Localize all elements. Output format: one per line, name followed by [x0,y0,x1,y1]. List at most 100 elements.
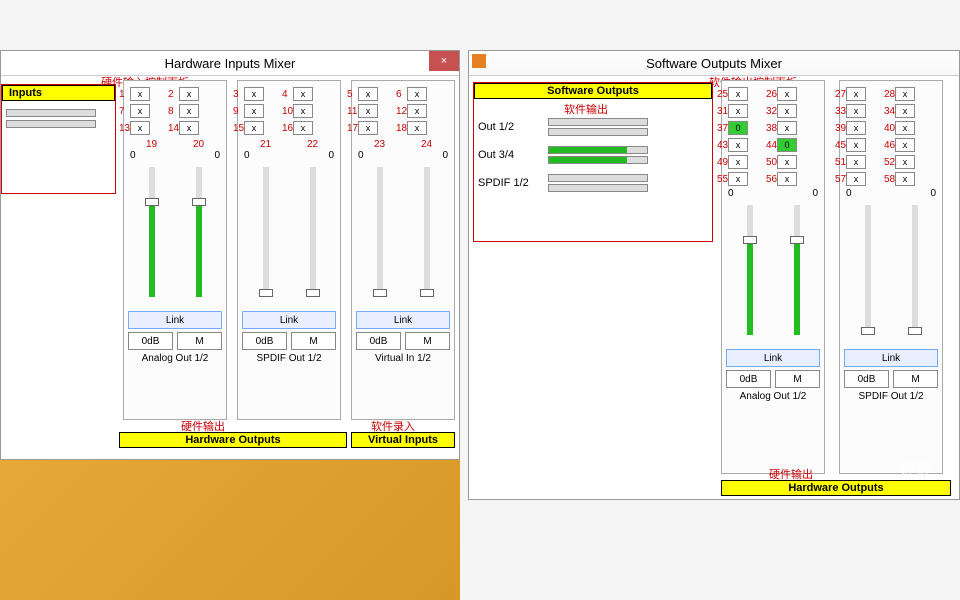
desktop-background [0,460,460,600]
fader-value-r: 0 [214,150,220,161]
output-label: Analog Out 1/2 [726,391,820,402]
inputs-panel-outline: Inputs [1,84,116,194]
link-button[interactable]: Link [844,349,938,367]
sw-out-label: SPDIF 1/2 [478,177,548,189]
routing-cell[interactable]: 17x [358,121,378,135]
routing-cell[interactable]: 5x [358,87,378,101]
routing-cell[interactable]: 40x [895,121,915,135]
fader-value-l: 0 [846,188,852,199]
routing-cell[interactable]: 51x [846,155,866,169]
mute-button[interactable]: M [405,332,450,350]
software-outputs-window: Software Outputs Mixer 软件输出控制面板 Software… [468,50,960,500]
close-icon: × [441,55,447,67]
output-label: SPDIF Out 1/2 [242,353,336,364]
channel-strip: 25x 26x 31x 32x 370 38x 43x 440 49x 50x 55x 5… [721,80,825,474]
channel-strip: 5x 6x11x 12x17x 18x 2324 00 Link 0dB M V… [351,80,455,420]
zero-db-button[interactable]: 0dB [356,332,401,350]
routing-cell[interactable]: 8x [179,104,199,118]
fader-value-r: 0 [812,188,818,199]
routing-cell[interactable]: 45x [846,138,866,152]
routing-cell[interactable]: 370 [728,121,748,135]
routing-cell[interactable]: 15x [244,121,264,135]
routing-cell[interactable]: 440 [777,138,797,152]
titlebar-left[interactable]: Hardware Inputs Mixer × [1,51,459,76]
input-meter-1 [6,109,96,117]
link-button[interactable]: Link [128,311,222,329]
routing-cell[interactable]: 39x [846,121,866,135]
routing-cell[interactable]: 16x [293,121,313,135]
fader-left[interactable] [263,167,269,297]
routing-cell[interactable]: 12x [407,104,427,118]
fader-right[interactable] [912,205,918,335]
routing-cell[interactable]: 56x [777,172,797,186]
anno-sw-out: 软件输出 [564,101,608,117]
fader-left[interactable] [149,167,155,297]
routing-cell[interactable]: 7x [130,104,150,118]
fader-right[interactable] [424,167,430,297]
routing-cell[interactable]: 46x [895,138,915,152]
mute-button[interactable]: M [893,370,938,388]
routing-cell[interactable]: 49x [728,155,748,169]
fader-left[interactable] [865,205,871,335]
routing-cell[interactable]: 26x [777,87,797,101]
sw-out-label: Out 3/4 [478,149,548,161]
mute-button[interactable]: M [291,332,336,350]
link-button[interactable]: Link [242,311,336,329]
routing-cell[interactable]: 1x [130,87,150,101]
routing-cell[interactable]: 55x [728,172,748,186]
fader-left[interactable] [747,205,753,335]
zero-db-button[interactable]: 0dB [128,332,173,350]
app-icon [472,54,486,68]
fader-value-r: 0 [328,150,334,161]
mute-button[interactable]: M [775,370,820,388]
titlebar-right[interactable]: Software Outputs Mixer [469,51,959,76]
routing-cell[interactable]: 10x [293,104,313,118]
routing-cell[interactable]: 32x [777,104,797,118]
routing-cell[interactable]: 50x [777,155,797,169]
routing-cell[interactable]: 43x [728,138,748,152]
routing-cell[interactable]: 28x [895,87,915,101]
zero-db-button[interactable]: 0dB [726,370,771,388]
routing-cell[interactable]: 2x [179,87,199,101]
routing-cell[interactable]: 33x [846,104,866,118]
routing-cell[interactable]: 3x [244,87,264,101]
link-button[interactable]: Link [356,311,450,329]
zero-db-button[interactable]: 0dB [844,370,889,388]
routing-cell[interactable]: 38x [777,121,797,135]
window-title: Hardware Inputs Mixer [165,56,296,71]
routing-cell[interactable]: 34x [895,104,915,118]
level-meter [548,174,648,182]
watermark-text: 野狼 [898,456,930,480]
level-meter [548,146,648,154]
mute-button[interactable]: M [177,332,222,350]
routing-cell[interactable]: 9x [244,104,264,118]
link-button[interactable]: Link [726,349,820,367]
fader-right[interactable] [196,167,202,297]
output-label: Virtual In 1/2 [356,353,450,364]
software-outputs-panel: Software Outputs 软件输出 Out 1/2 Out 3/4 SP… [473,82,713,242]
routing-cell[interactable]: 4x [293,87,313,101]
fader-right[interactable] [310,167,316,297]
routing-cell[interactable]: 27x [846,87,866,101]
routing-cell[interactable]: 58x [895,172,915,186]
routing-cell[interactable]: 18x [407,121,427,135]
routing-cell[interactable]: 11x [358,104,378,118]
channel-strip: 27x 28x 33x 34x 39x 40x 45x 46x 51x 52x 57x 5… [839,80,943,474]
routing-cell[interactable]: 57x [846,172,866,186]
software-output-row: SPDIF 1/2 [478,173,708,193]
routing-cell[interactable]: 6x [407,87,427,101]
routing-cell[interactable]: 31x [728,104,748,118]
routing-cell[interactable]: 52x [895,155,915,169]
fader-left[interactable] [377,167,383,297]
level-meter [548,128,648,136]
routing-cell[interactable]: 14x [179,121,199,135]
fader-right[interactable] [794,205,800,335]
routing-cell[interactable]: 25x [728,87,748,101]
footer-virtual-inputs: Virtual Inputs [351,432,455,448]
level-meter [548,184,648,192]
routing-cell[interactable]: 13x [130,121,150,135]
fader-value-l: 0 [728,188,734,199]
close-button[interactable]: × [429,51,459,71]
level-meter [548,156,648,164]
zero-db-button[interactable]: 0dB [242,332,287,350]
